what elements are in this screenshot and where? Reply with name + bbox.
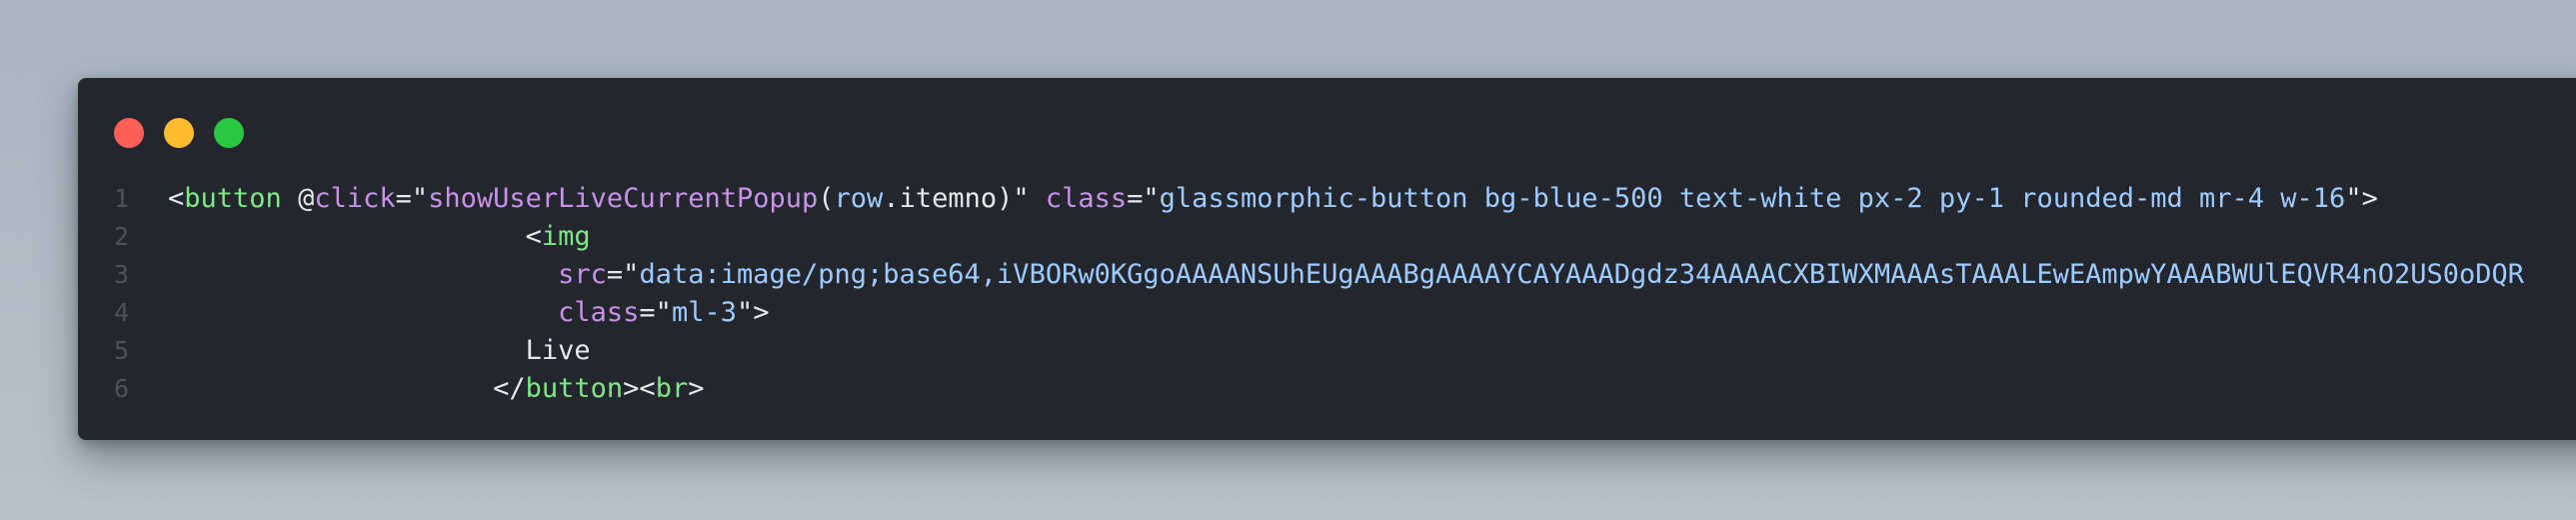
code-line: 6 </button><br>: [78, 370, 2576, 408]
line-number: 3: [114, 260, 130, 289]
code-token-tag: button: [525, 373, 624, 404]
code-token-punct: ><: [623, 373, 656, 404]
code-token-attr: click: [314, 183, 396, 214]
code-token-tag: img: [541, 221, 591, 252]
code-token-attr: class: [558, 297, 640, 328]
code-token-punct: =": [1127, 183, 1160, 214]
code-token-text: Live: [168, 335, 591, 366]
code-line: 5 Live: [78, 332, 2576, 370]
code-token-punct: =": [395, 183, 429, 214]
code-line-content: src="data:image/png;base64,iVBORw0KGgoAA…: [168, 256, 2524, 294]
code-token-tag: button: [184, 183, 282, 214]
code-token-punct: ">: [736, 297, 770, 328]
code-token-tag: br: [655, 373, 689, 404]
code-token-punct: .itemno)": [883, 183, 1046, 214]
code-line: 2 <img: [78, 218, 2576, 256]
code-token-punct: [168, 259, 558, 290]
code-token-ident: row: [834, 183, 884, 214]
line-number: 2: [114, 222, 130, 251]
line-number: 5: [114, 336, 130, 365]
code-block: 1 <button @click="showUserLiveCurrentPopu…: [78, 180, 2576, 408]
code-token-punct: <: [168, 183, 185, 214]
close-window-button[interactable]: [114, 118, 144, 148]
code-token-attr: class: [1045, 183, 1128, 214]
code-token-punct: =": [639, 297, 672, 328]
code-token-punct: ">: [2345, 183, 2378, 214]
code-line: 4 class="ml-3">: [78, 294, 2576, 332]
code-line-content: </button><br>: [168, 370, 704, 408]
code-token-punct: =": [606, 259, 640, 290]
line-number: 6: [114, 374, 130, 403]
code-line-content: <img: [168, 218, 591, 256]
code-line-content: Live: [168, 332, 591, 370]
code-token-punct: [168, 297, 558, 328]
line-number: 4: [114, 298, 130, 327]
code-line-content: <button @click="showUserLiveCurrentPopup…: [168, 180, 2378, 218]
code-line-content: class="ml-3">: [168, 294, 769, 332]
code-token-attr: src: [558, 259, 607, 290]
code-line: 1 <button @click="showUserLiveCurrentPopu…: [78, 180, 2576, 218]
minimize-window-button[interactable]: [164, 118, 194, 148]
code-token-fn: showUserLiveCurrentPopup: [428, 183, 819, 214]
code-token-punct: >: [688, 373, 705, 404]
code-window: 1 <button @click="showUserLiveCurrentPopu…: [78, 78, 2576, 440]
code-token-str: ml-3: [671, 297, 737, 328]
code-line: 3 src="data:image/png;base64,iVBORw0KGgo…: [78, 256, 2576, 294]
window-titlebar: [78, 78, 2576, 168]
code-token-str: data:image/png;base64,iVBORw0KGgoAAAANSU…: [639, 259, 2525, 290]
maximize-window-button[interactable]: [214, 118, 244, 148]
code-token-punct: @: [281, 183, 315, 214]
code-token-punct: </: [168, 373, 526, 404]
code-token-punct: (: [818, 183, 835, 214]
line-number: 1: [114, 184, 130, 213]
code-token-punct: <: [168, 221, 542, 252]
code-token-str: glassmorphic-button bg-blue-500 text-whi…: [1159, 183, 2346, 214]
